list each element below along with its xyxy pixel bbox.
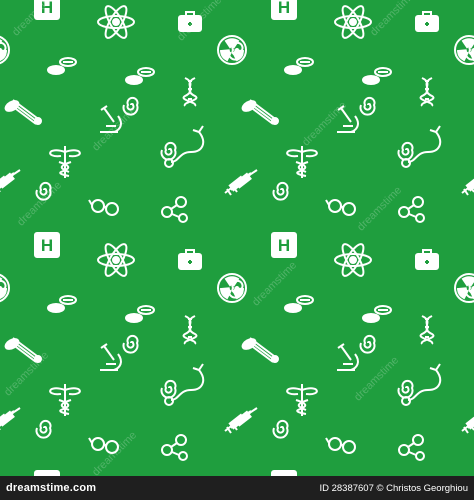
medical-icon-pattern: H: [0, 0, 474, 476]
image-id-credit: ID 28387607 © Christos Georghiou: [319, 482, 468, 494]
hospital-sign-icon: [271, 0, 297, 20]
stock-image: H: [0, 0, 474, 500]
hospital-sign-icon: [34, 232, 60, 258]
image-credit-bar: dreamstime.com ID 28387607 © Christos Ge…: [0, 476, 474, 500]
hospital-sign-icon: [271, 232, 297, 258]
dreamstime-logo: dreamstime.com: [6, 482, 97, 494]
